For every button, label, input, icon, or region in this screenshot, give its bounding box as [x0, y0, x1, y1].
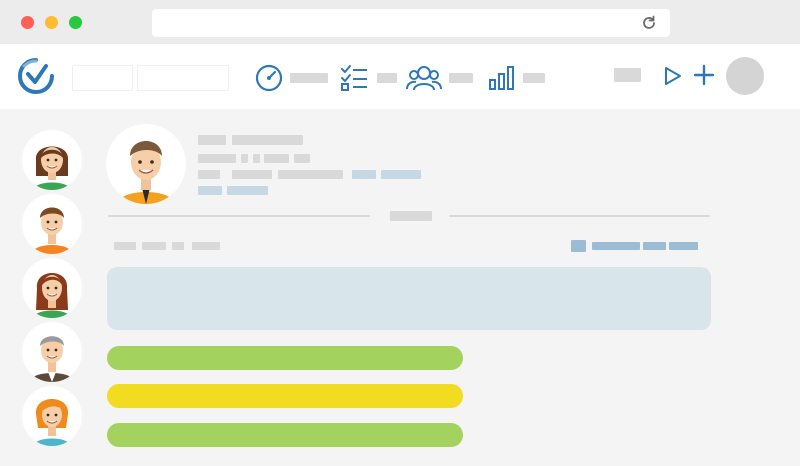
man-portrait-icon [30, 336, 74, 382]
bar-chart-icon [489, 66, 514, 90]
profile-meta-2 [232, 170, 272, 179]
nav-tasks[interactable] [340, 65, 397, 91]
speedometer-icon [255, 64, 283, 92]
man-portrait-icon [118, 141, 174, 204]
minimize-window-button[interactable] [45, 16, 58, 29]
woman-portrait-icon [34, 399, 70, 446]
browser-titlebar [0, 0, 800, 44]
nav-reports-label [523, 73, 545, 83]
profile-detail-3 [253, 154, 260, 163]
profile-detail-4 [264, 154, 289, 163]
nav-reports[interactable] [488, 65, 545, 91]
profile-detail-5 [294, 154, 310, 163]
close-window-button[interactable] [21, 16, 34, 29]
people-icon [406, 66, 442, 91]
section-link-1[interactable] [592, 242, 640, 250]
play-icon[interactable] [663, 65, 683, 87]
section-meta-2 [142, 242, 166, 250]
woman-portrait-icon [34, 273, 70, 318]
profile-name-last [232, 135, 303, 145]
profile-tag-3[interactable] [198, 186, 222, 195]
maximize-window-button[interactable] [69, 16, 82, 29]
nav-people-label [449, 73, 473, 83]
profile-meta-1 [198, 170, 220, 179]
nav-dashboard[interactable] [255, 64, 328, 92]
avatar-woman-orange-hair[interactable] [22, 386, 82, 446]
avatar-man-suit[interactable] [22, 322, 82, 382]
profile-detail-1 [198, 154, 236, 163]
progress-bar-green-2[interactable] [107, 423, 463, 447]
plus-icon[interactable] [693, 64, 715, 86]
profile-meta-3 [278, 170, 343, 179]
nav-dashboard-label [290, 73, 328, 83]
user-avatar[interactable] [726, 57, 764, 95]
address-bar[interactable] [152, 9, 670, 37]
avatar-man-orange-shirt[interactable] [22, 194, 82, 254]
app-logo-icon[interactable] [16, 56, 56, 96]
comment-box[interactable] [107, 267, 711, 330]
divider-label [390, 211, 432, 221]
divider-left [108, 215, 370, 217]
profile-avatar[interactable] [106, 124, 186, 204]
progress-bar-green-1[interactable] [107, 346, 463, 370]
section-meta-3 [172, 242, 184, 250]
timer-display[interactable] [614, 68, 641, 82]
profile-tag-1[interactable] [352, 170, 376, 179]
profile-name-first [198, 135, 226, 145]
profile-detail-2 [241, 154, 248, 163]
section-link-3[interactable] [669, 242, 698, 250]
man-portrait-icon [32, 207, 72, 254]
avatar-woman-brown-hair[interactable] [22, 130, 82, 190]
section-link-icon[interactable] [571, 240, 586, 252]
avatar-woman-long-hair[interactable] [22, 258, 82, 318]
divider-right [449, 215, 710, 217]
nav-tasks-label [377, 73, 397, 83]
refresh-icon[interactable] [640, 14, 658, 32]
checklist-icon [341, 65, 367, 91]
profile-tag-2[interactable] [381, 170, 421, 179]
section-meta-1 [114, 242, 136, 250]
profile-tag-4[interactable] [227, 186, 268, 195]
nav-people[interactable] [406, 65, 473, 91]
app-toolbar [0, 44, 800, 109]
woman-portrait-icon [34, 146, 70, 190]
workspace-selector[interactable] [72, 65, 133, 91]
section-link-2[interactable] [643, 242, 666, 250]
project-selector[interactable] [137, 65, 229, 91]
progress-bar-yellow[interactable] [107, 384, 463, 408]
section-meta-4 [192, 242, 220, 250]
